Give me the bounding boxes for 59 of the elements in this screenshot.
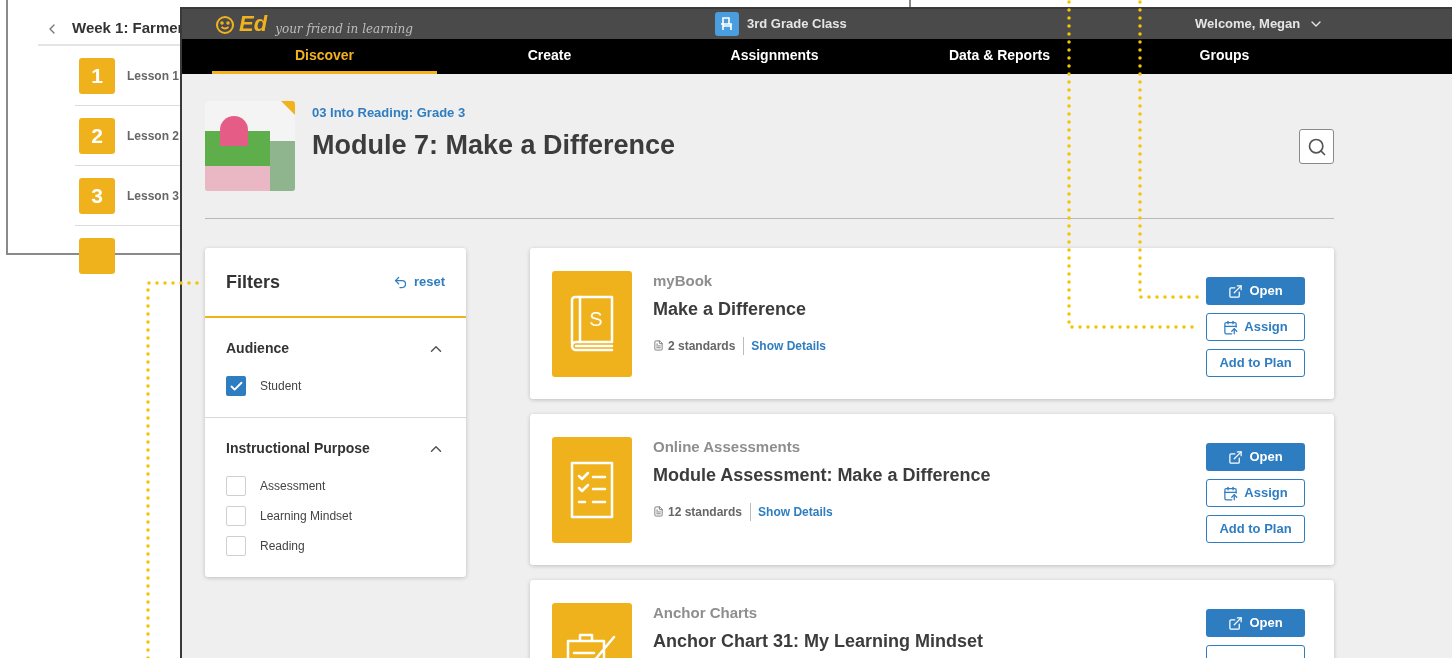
- nav-tab[interactable]: Create: [437, 39, 662, 74]
- search-icon: [1306, 136, 1327, 157]
- lesson-label[interactable]: Lesson 1: [127, 66, 180, 85]
- nav-tab[interactable]: Discover: [212, 39, 437, 74]
- assign-button[interactable]: Assign: [1206, 313, 1305, 341]
- external-link-icon: [1228, 615, 1244, 631]
- resource-title: Module Assessment: Make a Difference: [653, 463, 992, 487]
- undo-icon: [392, 274, 408, 290]
- open-button[interactable]: Open: [1206, 443, 1305, 471]
- lesson-number: 3: [79, 177, 115, 214]
- nav-tab[interactable]: Assignments: [662, 39, 887, 74]
- filters-title: Filters: [226, 270, 281, 294]
- add-to-plan-button[interactable]: Add to Plan: [1206, 515, 1305, 543]
- nav-tab[interactable]: Data & Reports: [887, 39, 1112, 74]
- open-button[interactable]: Open: [1206, 277, 1305, 305]
- standards-count: 12 standards: [668, 502, 752, 521]
- standards-icon: [653, 506, 664, 517]
- smiley-icon: [214, 13, 236, 35]
- filter-option-label: Learning Mindset: [260, 508, 353, 525]
- lesson-label[interactable]: Lesson 2: [127, 126, 180, 145]
- external-link-icon: [1228, 283, 1244, 299]
- resource-category: myBook: [653, 271, 714, 291]
- filter-section-title: Audience: [226, 339, 289, 358]
- class-name[interactable]: 3rd Grade Class: [747, 14, 847, 34]
- checkbox[interactable]: [226, 506, 246, 526]
- checkbox[interactable]: [226, 536, 246, 556]
- checkbox[interactable]: [226, 476, 246, 496]
- logo[interactable]: Ed: [214, 13, 268, 35]
- checklist-icon: [569, 459, 615, 520]
- filter-option-label: Reading: [260, 538, 305, 555]
- reset-link[interactable]: reset: [392, 272, 445, 292]
- resource-title: Anchor Chart 31: My Learning Mindset: [653, 629, 985, 653]
- filter-option-label: Assessment: [260, 478, 326, 495]
- classroom-icon: [715, 12, 739, 36]
- resource-category: Online Assessments: [653, 437, 801, 457]
- resource-title: Make a Difference: [653, 297, 808, 321]
- search-button[interactable]: [1299, 129, 1334, 164]
- nav-tab[interactable]: Groups: [1112, 39, 1337, 74]
- add-to-plan-button[interactable]: Add to Plan: [1206, 349, 1305, 377]
- standards-count: 2 standards: [668, 336, 745, 355]
- lesson-number: 2: [79, 117, 115, 154]
- lesson-label[interactable]: Lesson 3: [127, 186, 180, 205]
- open-button[interactable]: Open: [1206, 609, 1305, 637]
- assign-button[interactable]: Assign: [1206, 479, 1305, 507]
- external-link-icon: [1228, 449, 1244, 465]
- tagline: your friend in learning: [275, 21, 413, 38]
- filter-option-label: Student: [260, 378, 302, 395]
- module-title: Module 7: Make a Difference: [312, 128, 676, 162]
- show-details-link[interactable]: Show Details: [751, 336, 827, 355]
- calendar-icon: [1223, 485, 1239, 501]
- welcome-text[interactable]: Welcome, Megan: [1195, 14, 1301, 34]
- standards-icon: [653, 340, 664, 351]
- lesson-number: 1: [79, 57, 115, 94]
- resource-category: Anchor Charts: [653, 603, 759, 623]
- checkbox[interactable]: [226, 376, 246, 396]
- show-details-link[interactable]: Show Details: [758, 502, 833, 521]
- calendar-icon: [1223, 319, 1239, 335]
- filter-section-title: Instructional Purpose: [226, 439, 370, 458]
- breadcrumb-link[interactable]: 03 Into Reading: Grade 3: [312, 103, 676, 123]
